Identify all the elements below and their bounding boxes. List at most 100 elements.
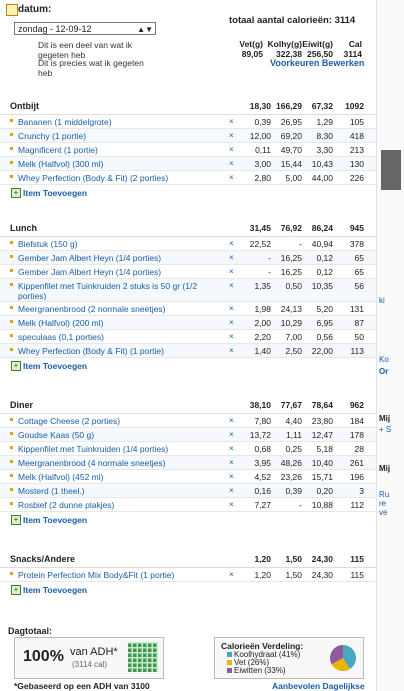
food-name-link[interactable]: speculaas (0,1 porties) [18,332,218,342]
food-name-link[interactable]: Whey Perfection (Body & Fit) (1 portie) [18,346,218,356]
sidebar-text-1[interactable]: ki [379,296,385,305]
food-name-link[interactable]: Bananen (1 middelgrote) [18,117,218,127]
plus-icon: + [11,515,21,525]
bullet-icon [10,460,13,463]
food-name-link[interactable]: Protein Perfection Mix Body&Fit (1 porti… [18,570,218,580]
plus-icon: + [11,585,21,595]
food-row: Bananen (1 middelgrote) × 0,39 26,95 1,29 105 [0,115,376,129]
food-name-link[interactable]: Gember Jam Albert Heyn (1/4 porties) [18,253,218,263]
meal-header: Ontbijt 18,30 166,29 67,32 1092 [0,96,376,115]
food-name-link[interactable]: Meergranenbrood (4 normale sneetjes) [18,458,218,468]
meal-header: Lunch 31,45 76,92 86,24 945 [0,218,376,237]
food-name-link[interactable]: Melk (Halfvol) (300 ml) [18,159,218,169]
food-row: Crunchy (1 portie) × 12,00 69,20 8,30 418 [0,129,376,143]
bullet-icon [10,320,13,323]
food-value-3: 87 [354,318,364,328]
bullet-icon [10,147,13,150]
meal-total-3: 945 [349,223,364,233]
food-row: Melk (Halfvol) (452 ml) × 4,52 23,26 15,71 19… [0,470,376,484]
food-value-3: 113 [350,346,364,356]
adh-box: 100% van ADH* (3114 cal) [14,637,164,679]
food-name-link[interactable]: Goudse Kaas (50 g) [18,430,218,440]
food-value-3: 65 [354,267,364,277]
food-row: Protein Perfection Mix Body&Fit (1 porti… [0,568,376,582]
add-item-button[interactable]: + Item Toevoegen [0,185,376,201]
meal-name: Lunch [10,223,37,233]
meal-section: Ontbijt 18,30 166,29 67,32 1092 Bananen (1 mi… [0,96,376,201]
meal-total-3: 1092 [345,101,364,111]
bullet-icon [10,432,13,435]
food-name-link[interactable]: Crunchy (1 portie) [18,131,218,141]
chevron-updown-icon: ▲▼ [137,25,153,34]
food-value-3: 28 [354,444,364,454]
sidebar-text-6: Mij [379,464,391,473]
food-row: Kippenfilet met Tuinkruiden (1/4 porties… [0,442,376,456]
bullet-icon [10,255,13,258]
food-row: Whey Perfection (Body & Fit) (1 portie) ×… [0,344,376,358]
food-row: Goudse Kaas (50 g) × 13,72 1,11 12,47 178 [0,428,376,442]
add-item-label: Item Toevoegen [23,188,88,198]
sidebar-text-5[interactable]: + S [379,425,391,434]
bullet-icon [10,418,13,421]
col-cal-head: Cal [348,39,362,49]
total-fat: 89,05 [241,49,263,59]
food-row: Mosterd (1 theel.) × 0,16 0,39 0,20 3 [0,484,376,498]
food-name-link[interactable]: Rosbief (2 dunne plakjes) [18,500,218,510]
bullet-icon [10,488,13,491]
food-row: Rosbief (2 dunne plakjes) × 7,27-10,88 112 [0,498,376,512]
add-item-label: Item Toevoegen [23,585,88,595]
protein-swatch [227,668,232,673]
fat-swatch [227,660,232,665]
note-exact: Dit is precies wat ik gegeten heb [38,58,144,78]
food-name-link[interactable]: Meergranenbrood (2 normale sneetjes) [18,304,218,314]
food-value-3: 3 [359,486,364,496]
meal-section: Snacks/Andere 1,20 1,50 24,30 115 Protein Per… [0,549,376,598]
food-name-link[interactable]: Cottage Cheese (2 porties) [18,416,218,426]
food-name-link[interactable]: Magnificent (1 portie) [18,145,218,155]
col-fat-head: Vet(g) [239,39,263,49]
add-item-button[interactable]: + Item Toevoegen [0,582,376,598]
food-name-link[interactable]: Mosterd (1 theel.) [18,486,218,496]
food-row: Gember Jam Albert Heyn (1/4 porties) × -16… [0,265,376,279]
meal-total-3: 115 [350,554,364,564]
adh-percent: 100% [23,648,64,665]
calendar-icon[interactable] [6,4,18,16]
food-name-link[interactable]: Whey Perfection (Body & Fit) (2 porties) [18,173,218,183]
bullet-icon [10,175,13,178]
bullet-icon [10,334,13,337]
add-item-button[interactable]: + Item Toevoegen [0,512,376,528]
food-value-3: 226 [349,173,364,183]
food-name-link[interactable]: Kippenfilet met Tuinkruiden 2 stuks is 5… [18,281,218,301]
note-partial: Dit is een deel van wat ik gegeten heb [38,40,133,60]
adh-label: van ADH* [70,646,118,658]
food-diary: datum: zondag - 12-09-12 ▲▼ Dit is een d… [0,0,376,691]
sidebar-text-3[interactable]: Or [379,367,388,376]
bullet-icon [10,306,13,309]
date-label: datum: [18,4,52,15]
food-row: Magnificent (1 portie) × 0,11 49,70 3,30 213 [0,143,376,157]
add-item-button[interactable]: + Item Toevoegen [0,358,376,374]
sidebar-text-8: re [379,499,387,508]
food-name-link[interactable]: Gember Jam Albert Heyn (1/4 porties) [18,267,218,277]
food-row: Melk (Halfvol) (200 ml) × 2,00 10,29 6,95 87 [0,316,376,330]
add-item-label: Item Toevoegen [23,361,88,371]
sidebar-text-4: Mij [379,414,391,423]
date-select[interactable]: zondag - 12-09-12 ▲▼ [14,22,156,35]
bullet-icon [10,502,13,505]
sidebar-text-9: ve [379,508,388,517]
recommended-link[interactable]: Aanbevolen Dagelijkse [272,681,365,691]
food-value-3: 184 [349,416,364,426]
food-value-3: 196 [349,472,364,482]
carb-swatch [227,652,232,657]
meal-section: Lunch 31,45 76,92 86,24 945 Biefstuk (150 g) ×… [0,218,376,374]
bullet-icon [10,119,13,122]
food-name-link[interactable]: Melk (Halfvol) (200 ml) [18,318,218,328]
food-name-link[interactable]: Melk (Halfvol) (452 ml) [18,472,218,482]
food-name-link[interactable]: Biefstuk (150 g) [18,239,218,249]
prefs-link[interactable]: Voorkeuren Bewerken [270,58,364,68]
food-value-3: 213 [349,145,364,155]
bullet-icon [10,283,13,286]
distribution-pie [330,645,356,671]
food-name-link[interactable]: Kippenfilet met Tuinkruiden (1/4 porties… [18,444,218,454]
food-row: Meergranenbrood (2 normale sneetjes) × 1,9… [0,302,376,316]
